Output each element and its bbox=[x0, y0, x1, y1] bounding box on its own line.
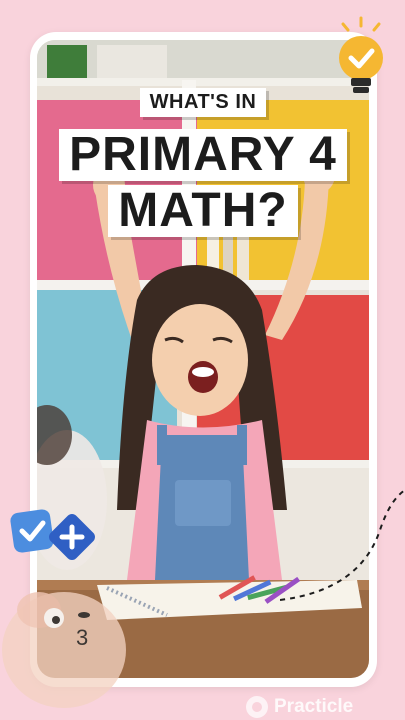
practicle-logo-icon bbox=[246, 696, 268, 718]
mascot-icon: 3 bbox=[2, 592, 126, 708]
decorative-dashed-line bbox=[280, 489, 405, 601]
brand-watermark: Practicle bbox=[246, 696, 353, 718]
headline-line-3: MATH? bbox=[108, 185, 298, 237]
headline: WHAT'S IN PRIMARY 4 MATH? bbox=[37, 88, 369, 237]
svg-text:3: 3 bbox=[76, 625, 88, 650]
headline-line-1: WHAT'S IN bbox=[139, 88, 267, 117]
plus-badge-icon bbox=[49, 514, 95, 560]
checkmark-badge-icon bbox=[10, 509, 54, 553]
brand-name: Practicle bbox=[274, 696, 354, 717]
headline-line-2: PRIMARY 4 bbox=[59, 129, 347, 181]
lightbulb-check-icon bbox=[339, 16, 383, 93]
badge-icons bbox=[10, 509, 95, 560]
